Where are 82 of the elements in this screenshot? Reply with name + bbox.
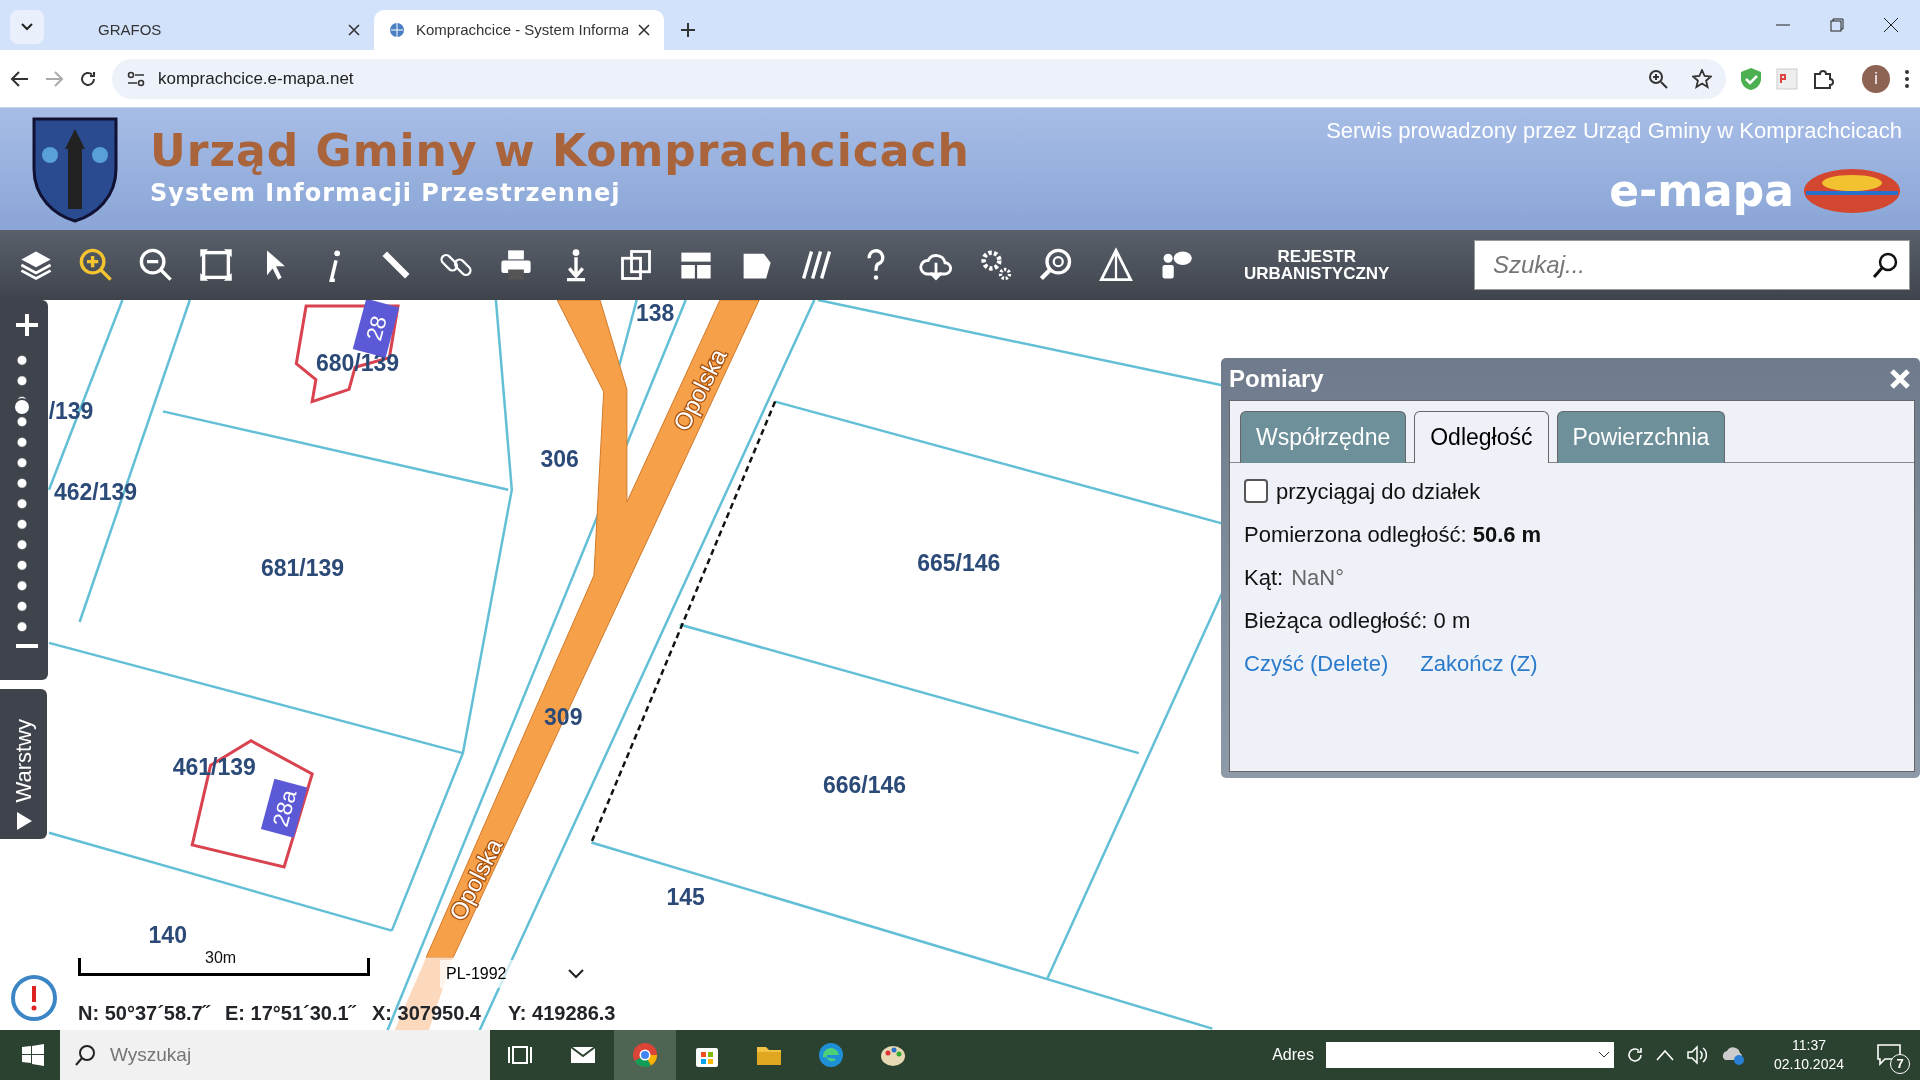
- url-text[interactable]: komprachcice.e-mapa.net: [158, 65, 354, 92]
- slider-thumb[interactable]: [13, 398, 31, 417]
- plus-icon: [14, 312, 40, 338]
- site-subtitle: System Informacji Przestrzennej: [150, 178, 622, 210]
- angle-value: NaN°: [1291, 563, 1344, 592]
- parcel-number: 140: [148, 921, 187, 948]
- puzzle-icon[interactable]: [1812, 67, 1834, 90]
- speaker-icon[interactable]: [1685, 1045, 1708, 1065]
- parcel-number: 681/139: [260, 554, 344, 581]
- window-title: Pomiary: [1229, 364, 1324, 394]
- print-icon: [498, 247, 534, 283]
- copy-icon: [618, 247, 654, 283]
- chevron-up-icon[interactable]: [1655, 1049, 1674, 1061]
- search-field[interactable]: Szukaj...: [1474, 240, 1910, 290]
- chrome-icon: [631, 1041, 659, 1069]
- register-button[interactable]: REJESTR URBANISTYCZNY: [1236, 248, 1398, 282]
- parcel-number: 145: [666, 883, 705, 910]
- parcel-number: 138: [635, 300, 675, 326]
- gears-icon: [978, 247, 1014, 283]
- current-distance: Bieżąca odległość: 0 m: [1244, 606, 1472, 635]
- site-title: Urząd Gminy w Komprachcicach: [150, 126, 970, 176]
- close-icon[interactable]: [1884, 18, 1898, 32]
- search-icon: [74, 1044, 96, 1066]
- windows-icon: [22, 1044, 44, 1066]
- alert-icon[interactable]: [10, 974, 58, 1022]
- info-icon: [329, 247, 343, 283]
- tab-title: GRAFOS: [98, 19, 163, 40]
- layers-tab[interactable]: Warstwy: [0, 689, 47, 839]
- house-number-tag: 28a: [260, 778, 308, 838]
- checkbox[interactable]: [1244, 479, 1268, 503]
- action-link[interactable]: Zakończ (Z): [1420, 646, 1538, 680]
- menu-icon[interactable]: [1904, 68, 1910, 89]
- restore-icon[interactable]: [1830, 18, 1844, 32]
- clock-time: 11:37: [1791, 1036, 1826, 1055]
- refresh-icon[interactable]: [1625, 1046, 1644, 1064]
- browser-tab[interactable]: GRAFOS: [84, 10, 374, 50]
- star-icon[interactable]: [1692, 68, 1712, 89]
- extent-icon: [198, 247, 234, 283]
- chevron-down-icon: [568, 969, 584, 979]
- zoomin-icon: [78, 247, 114, 283]
- profile-avatar[interactable]: i: [1862, 64, 1890, 93]
- logo-text: e-mapa: [1609, 164, 1794, 218]
- coat-of-arms-icon: [30, 115, 120, 223]
- shield-icon[interactable]: [1740, 66, 1762, 91]
- warning-icon: [1098, 247, 1134, 283]
- notification-count: 7: [1890, 1054, 1910, 1074]
- minus-icon: [14, 644, 40, 648]
- parcel-number: 306: [540, 445, 579, 472]
- chevron-down-icon: [1597, 1051, 1610, 1059]
- tab-list-button[interactable]: [10, 10, 44, 44]
- close-icon[interactable]: [638, 24, 650, 36]
- angle-label: Kąt:: [1244, 563, 1284, 592]
- globe-logo-icon: [1802, 167, 1902, 215]
- coordinate-readout: Y: 419286.3: [508, 1001, 616, 1026]
- zoom-icon[interactable]: [1648, 68, 1668, 89]
- zoomout-icon: [138, 247, 174, 283]
- taskbar-search-field[interactable]: Wyszukaj: [60, 1030, 490, 1080]
- action-link[interactable]: Czyść (Delete): [1244, 646, 1389, 680]
- back-icon[interactable]: [10, 68, 30, 89]
- edge-icon: [817, 1041, 845, 1069]
- close-icon: [1889, 368, 1911, 390]
- play-icon: [14, 811, 33, 831]
- scale-label: 30m: [205, 950, 237, 966]
- coordinate-readout: N: 50°37´58.7˝: [78, 1001, 210, 1026]
- magnifier-icon: [1038, 247, 1074, 283]
- plus-icon: [680, 22, 696, 38]
- service-text: Serwis prowadzony przez Urząd Gminy w Komprachcicach: [1326, 117, 1902, 145]
- parcel-number: 666/146: [822, 772, 907, 799]
- measured-distance: Pomierzona odległość: 50.6 m: [1244, 520, 1543, 549]
- search-icon[interactable]: [1872, 251, 1900, 279]
- address-label: Adres: [1272, 1045, 1314, 1065]
- clock-date: 02.10.2024: [1773, 1055, 1844, 1074]
- address-field[interactable]: [1325, 1042, 1614, 1068]
- parcel-number: 665/146: [917, 549, 1001, 576]
- panel-tab[interactable]: Odległość: [1414, 411, 1549, 463]
- coordinate-readout: E: 17°51´30.1˝: [225, 1001, 356, 1026]
- checkbox-label[interactable]: przyciągaj do działek: [1276, 474, 1481, 508]
- close-icon[interactable]: [348, 24, 360, 36]
- layers-tab-label: Warstwy: [10, 719, 37, 803]
- coordinate-readout: X: 307950.4: [372, 1001, 481, 1026]
- globe-icon: [388, 21, 406, 39]
- extension-icon[interactable]: [1776, 67, 1798, 90]
